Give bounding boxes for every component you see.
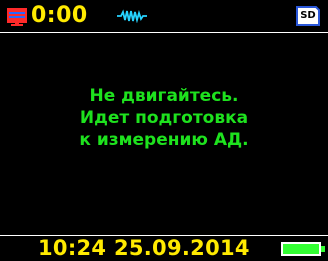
status-bar: 0:00 SD [0,0,328,32]
battery-full-icon [281,242,325,256]
device-screen: 0:00 SD Не двигайтесь. Идет подготовка к… [0,0,328,261]
monitor-icon [7,8,27,26]
status-message: Не двигайтесь. Идет подготовка к измерен… [0,85,328,151]
message-line: к измерению АД. [79,130,249,150]
datetime: 10:24 25.09.2014 [38,236,250,260]
sd-label: SD [300,10,316,21]
message-line: Не двигайтесь. [89,86,239,106]
pulse-signal-icon [117,9,147,23]
sd-card-icon: SD [296,6,320,26]
main-area: Не двигайтесь. Идет подготовка к измерен… [0,32,328,236]
bottom-bar: 10:24 25.09.2014 [0,236,328,261]
timer: 0:00 [31,3,88,28]
message-line: Идет подготовка [79,108,249,128]
